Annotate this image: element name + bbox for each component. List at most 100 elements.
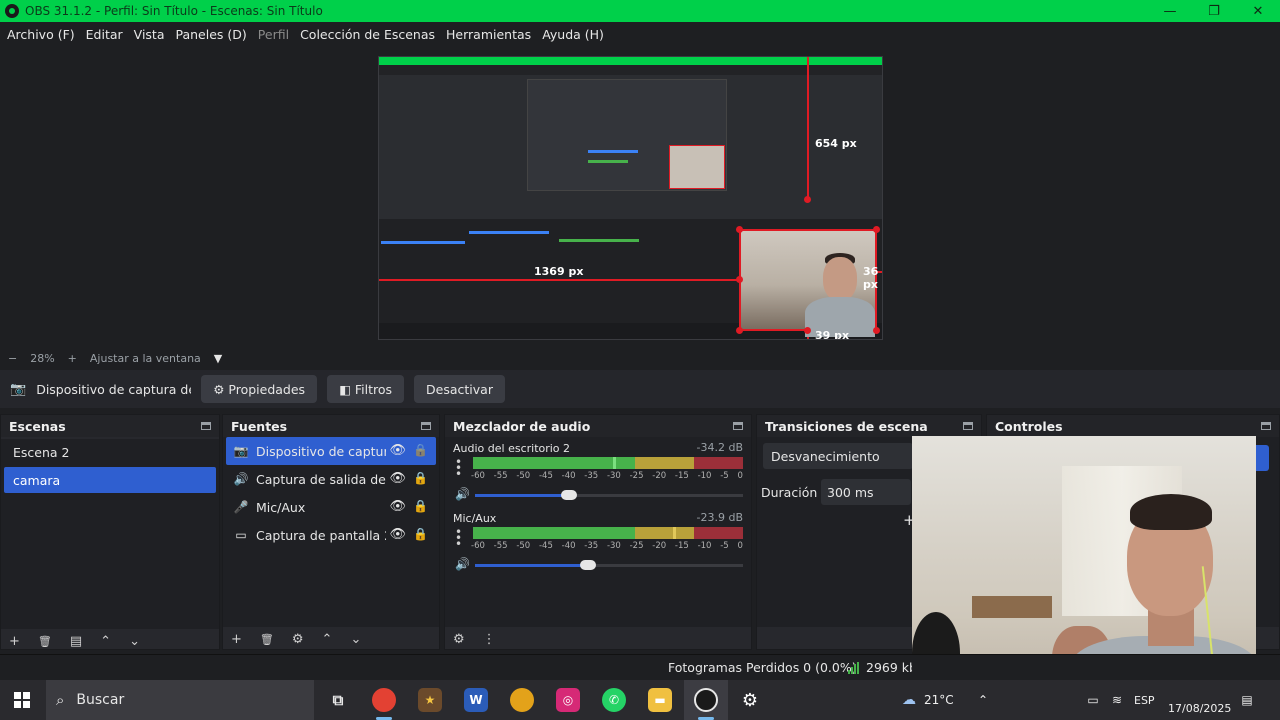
menu-editar[interactable]: Editar xyxy=(86,27,123,42)
chevron-up-icon[interactable]: ⌃ xyxy=(976,693,990,707)
trash-icon[interactable]: 🗑 xyxy=(38,635,52,648)
program-preview[interactable]: 654 px 1369 px 36 px 39 px xyxy=(378,56,883,340)
move-up-icon[interactable]: ⌃ xyxy=(100,634,111,649)
source-item[interactable]: 🔊 Captura de salida de au 👁 🔒 xyxy=(226,465,436,493)
undock-icon[interactable] xyxy=(1261,422,1271,430)
menu-paneles[interactable]: Paneles (D) xyxy=(176,27,247,42)
move-down-icon[interactable]: ⌄ xyxy=(350,632,361,647)
taskbar-search[interactable]: ⌕ Buscar xyxy=(46,680,314,720)
duration-input[interactable]: 300 ms xyxy=(821,479,911,505)
chrome-alt-icon[interactable] xyxy=(510,688,534,712)
filters-label: Filtros xyxy=(354,381,393,397)
eye-icon[interactable]: 👁 xyxy=(389,499,406,514)
camera-source-selected[interactable] xyxy=(739,229,877,337)
menu-coleccion-escenas[interactable]: Colección de Escenas xyxy=(300,27,435,42)
trash-icon[interactable]: 🗑 xyxy=(260,633,274,646)
menu-ayuda[interactable]: Ayuda (H) xyxy=(542,27,604,42)
add-scene-button[interactable]: + xyxy=(9,634,20,649)
scene-item[interactable]: Escena 2 xyxy=(4,439,216,465)
language-indicator[interactable]: ESP xyxy=(1134,680,1155,720)
zoom-out-button[interactable]: − xyxy=(8,352,17,365)
resize-handle[interactable] xyxy=(873,327,880,334)
lock-icon[interactable]: 🔒 xyxy=(413,527,428,541)
whatsapp-icon[interactable]: ✆ xyxy=(602,688,626,712)
undock-icon[interactable] xyxy=(421,422,431,430)
volume-slider[interactable]: 🔊 xyxy=(453,487,743,503)
filters-button[interactable]: ◧ Filtros xyxy=(327,375,405,403)
media-app-icon[interactable]: ★ xyxy=(418,688,442,712)
chrome-icon[interactable] xyxy=(372,688,396,712)
move-down-icon[interactable]: ⌄ xyxy=(129,634,140,649)
camera-icon: 📷 xyxy=(233,444,249,458)
word-icon[interactable]: W xyxy=(464,688,488,712)
minimize-button[interactable]: — xyxy=(1148,0,1192,22)
volume-slider[interactable]: 🔊 xyxy=(453,557,743,573)
undock-icon[interactable] xyxy=(201,422,211,430)
properties-button[interactable]: ⚙ Propiedades xyxy=(201,375,318,403)
gear-icon[interactable]: ⚙ xyxy=(292,632,304,647)
resize-handle[interactable] xyxy=(736,226,743,233)
scale-tick: -5 xyxy=(720,541,729,551)
menu-archivo[interactable]: Archivo (F) xyxy=(7,27,75,42)
undock-icon[interactable] xyxy=(963,422,973,430)
chevron-down-icon[interactable]: ▼ xyxy=(214,352,222,365)
deactivate-button[interactable]: Desactivar xyxy=(414,375,505,403)
undock-icon[interactable] xyxy=(733,422,743,430)
kebab-menu-icon[interactable]: • • • xyxy=(455,456,462,480)
resize-handle[interactable] xyxy=(736,276,743,283)
source-item[interactable]: 🎤 Mic/Aux 👁 🔒 xyxy=(226,493,436,521)
eye-icon[interactable]: 👁 xyxy=(389,527,406,542)
scenes-dock: Escenas Escena 2 camara + 🗑 ▤ ⌃ ⌄ xyxy=(0,414,220,650)
person-face xyxy=(823,257,857,301)
zoom-in-button[interactable]: + xyxy=(68,352,77,365)
settings-gear-icon[interactable]: ⚙ xyxy=(738,688,762,712)
transition-select[interactable]: Desvanecimiento xyxy=(763,443,913,469)
search-icon: ⌕ xyxy=(56,691,65,709)
menu-herramientas[interactable]: Herramientas xyxy=(446,27,531,42)
scale-tick: -35 xyxy=(584,471,599,481)
menu-perfil[interactable]: Perfil xyxy=(258,27,289,42)
eye-icon[interactable]: 👁 xyxy=(389,443,406,458)
lock-icon[interactable]: 🔒 xyxy=(413,499,428,513)
audio-meter xyxy=(473,527,743,539)
scale-tick: -25 xyxy=(629,541,644,551)
dropped-frames: Fotogramas Perdidos 0 (0.0%) xyxy=(668,660,857,675)
resize-handle[interactable] xyxy=(736,327,743,334)
kebab-menu-icon[interactable]: ⋮ xyxy=(483,632,496,647)
battery-icon[interactable]: ▭ xyxy=(1086,693,1100,707)
add-source-button[interactable]: + xyxy=(231,632,242,647)
volume-knob[interactable] xyxy=(560,490,577,500)
obs-icon[interactable] xyxy=(694,688,718,712)
mixer-channel: Mic/Aux -23.9 dB • • • -60 -55 -50 -45 -40 -35-… xyxy=(445,507,751,577)
speaker-icon[interactable]: 🔊 xyxy=(455,557,470,571)
notification-icon[interactable]: ▤ xyxy=(1240,693,1254,707)
close-button[interactable]: ✕ xyxy=(1236,0,1280,22)
speaker-icon[interactable]: 🔊 xyxy=(455,487,470,501)
taskbar-date[interactable]: 17/08/2025 xyxy=(1168,688,1231,720)
instagram-icon[interactable]: ◎ xyxy=(556,688,580,712)
lock-icon[interactable]: 🔒 xyxy=(413,471,428,485)
weather-temp[interactable]: 21°C xyxy=(924,680,954,720)
source-item[interactable]: ▭ Captura de pantalla 2 👁 🔒 xyxy=(226,521,436,549)
kebab-menu-icon[interactable]: • • • xyxy=(455,526,462,550)
weather-icon[interactable]: ☁ xyxy=(898,693,920,707)
wifi-icon[interactable]: ≋ xyxy=(1110,693,1124,707)
windows-start-icon[interactable] xyxy=(14,692,30,708)
source-item-selected[interactable]: 📷 Dispositivo de captura d 👁 🔒 xyxy=(226,437,436,465)
menu-vista[interactable]: Vista xyxy=(134,27,165,42)
resize-handle[interactable] xyxy=(804,327,811,334)
gear-icon[interactable]: ⚙ xyxy=(453,632,465,647)
restore-button[interactable]: ❐ xyxy=(1192,0,1236,22)
fit-window-label[interactable]: Ajustar a la ventana xyxy=(90,352,201,365)
eye-icon[interactable]: 👁 xyxy=(389,471,406,486)
source-label: Captura de salida de au xyxy=(256,471,386,487)
lock-icon[interactable]: 🔒 xyxy=(413,443,428,457)
task-view-icon[interactable]: ⧉ xyxy=(326,688,350,712)
scene-filters-icon[interactable]: ▤ xyxy=(70,634,82,649)
scene-item-selected[interactable]: camara xyxy=(4,467,216,493)
resize-handle[interactable] xyxy=(873,226,880,233)
folder-icon[interactable]: ▬ xyxy=(648,688,672,712)
move-up-icon[interactable]: ⌃ xyxy=(322,632,333,647)
guide-handle[interactable] xyxy=(804,196,811,203)
volume-knob[interactable] xyxy=(579,560,596,570)
